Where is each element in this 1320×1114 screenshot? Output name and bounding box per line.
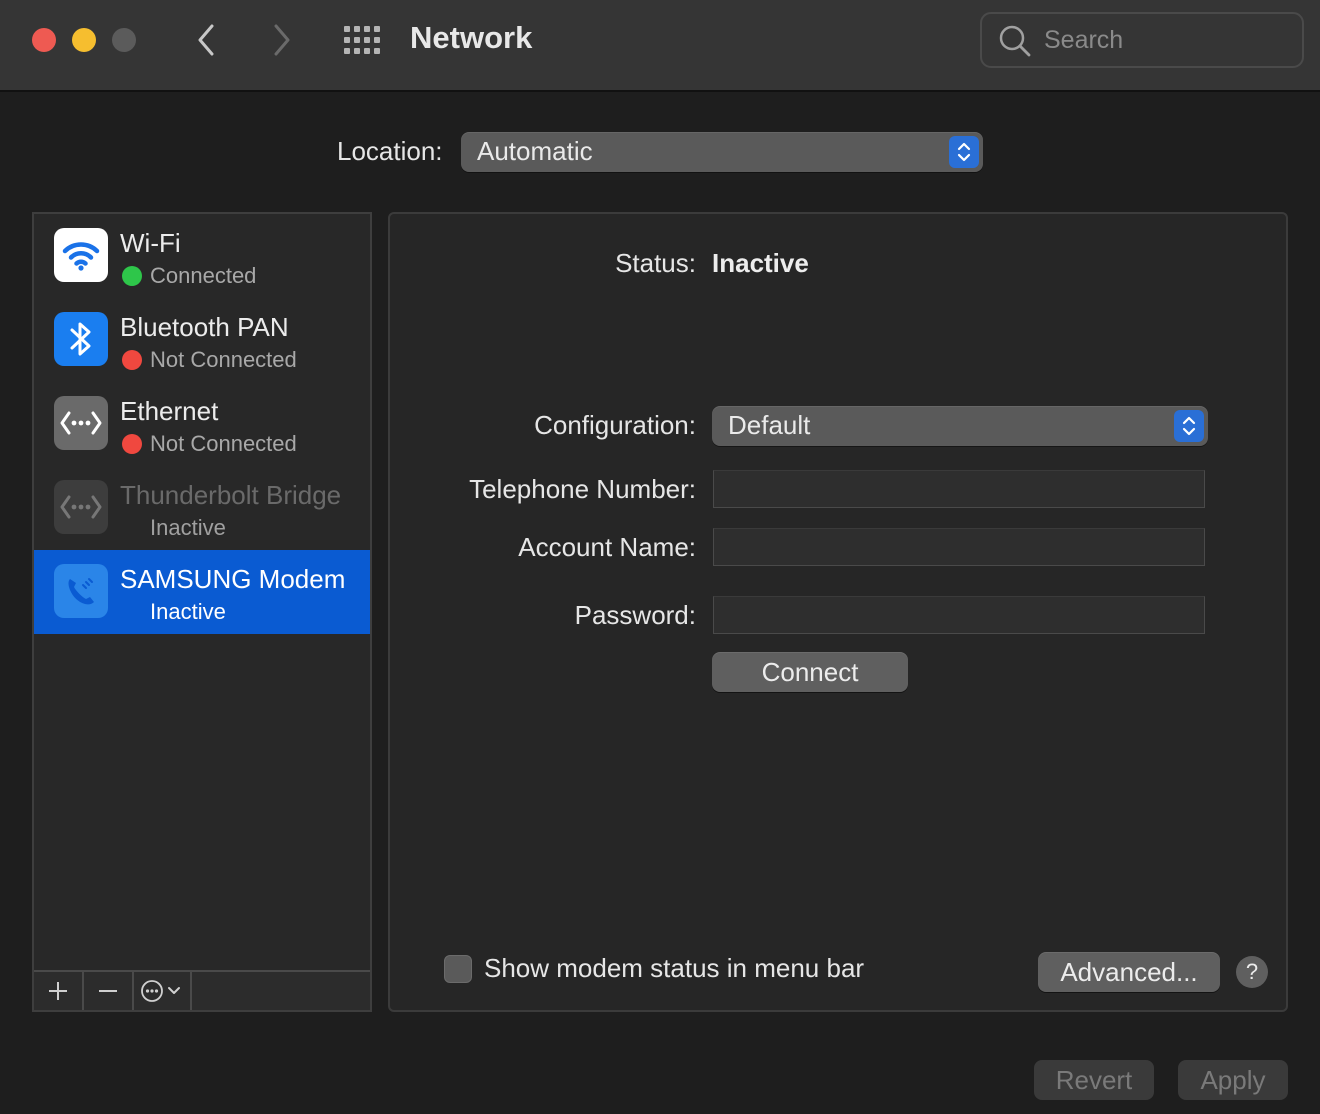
status-dot [122,266,142,286]
service-item-bluetooth-pan[interactable]: Bluetooth PAN Not Connected [34,298,370,382]
search-placeholder: Search [1044,26,1124,54]
show-all-button[interactable] [340,22,384,58]
revert-button[interactable]: Revert [1034,1060,1154,1100]
ellipsis-circle-icon [141,980,180,1002]
plus-icon [49,982,67,1000]
updown-arrows-icon [949,136,979,168]
close-window-button[interactable] [32,28,56,52]
status-dot [122,434,142,454]
show-modem-status-checkbox[interactable] [444,955,472,983]
telephone-number-field[interactable] [713,470,1205,508]
service-name: Bluetooth PAN [120,312,289,342]
wifi-icon [54,228,108,282]
status-dot [122,350,142,370]
service-item-samsung-modem[interactable]: SAMSUNG Modem Inactive [34,550,370,634]
service-name: SAMSUNG Modem [120,564,346,594]
account-name-field[interactable] [713,528,1205,566]
search-icon [999,25,1031,57]
service-status: Not Connected [150,431,297,456]
add-service-button[interactable] [34,972,84,1010]
location-label: Location: [337,136,443,166]
location-value: Automatic [477,136,593,166]
service-name: Ethernet [120,396,219,426]
forward-button[interactable] [262,18,302,62]
password-field[interactable] [713,596,1205,634]
search-field[interactable]: Search [980,12,1304,68]
configuration-label: Configuration: [534,410,696,440]
ethernet-icon [54,396,108,450]
status-value: Inactive [712,248,809,278]
service-item-ethernet[interactable]: Ethernet Not Connected [34,382,370,466]
detail-pane: Status: Inactive Configuration: Default … [388,212,1288,1012]
chevron-right-icon [274,24,290,56]
configuration-value: Default [728,410,811,440]
telephone-number-label: Telephone Number: [469,474,696,504]
action-menu-button[interactable] [134,972,192,1010]
modem-phone-icon [54,564,108,618]
location-popup[interactable]: Automatic [461,132,983,172]
help-button[interactable]: ? [1236,956,1268,988]
service-item-thunderbolt-bridge[interactable]: Thunderbolt Bridge Inactive [34,466,370,550]
service-list: Wi-Fi Connected Bluetooth PAN Not Connec… [32,212,372,1012]
service-status: Connected [150,263,257,288]
bluetooth-icon [54,312,108,366]
connect-button[interactable]: Connect [712,652,908,692]
service-name: Wi-Fi [120,228,181,258]
advanced-button[interactable]: Advanced... [1038,952,1220,992]
configuration-popup[interactable]: Default [712,406,1208,446]
service-list-toolbar [34,970,370,1010]
chevron-left-icon [198,24,214,56]
thunderbolt-bridge-icon [54,480,108,534]
service-name: Thunderbolt Bridge [120,480,342,510]
minimize-window-button[interactable] [72,28,96,52]
zoom-window-button[interactable] [112,28,136,52]
show-modem-status-label: Show modem status in menu bar [484,953,865,983]
account-name-label: Account Name: [518,532,696,562]
apply-button[interactable]: Apply [1178,1060,1288,1100]
status-label: Status: [615,248,696,278]
updown-arrows-icon [1174,410,1204,442]
window-title: Network [410,20,533,55]
title-bar: Network Search [0,0,1320,92]
password-label: Password: [574,600,696,630]
service-status: Inactive [150,515,226,540]
minus-icon [99,990,117,992]
service-item-wifi[interactable]: Wi-Fi Connected [34,214,370,298]
service-status: Not Connected [150,347,297,372]
back-button[interactable] [186,18,226,62]
remove-service-button[interactable] [84,972,134,1010]
service-status: Inactive [150,599,226,624]
